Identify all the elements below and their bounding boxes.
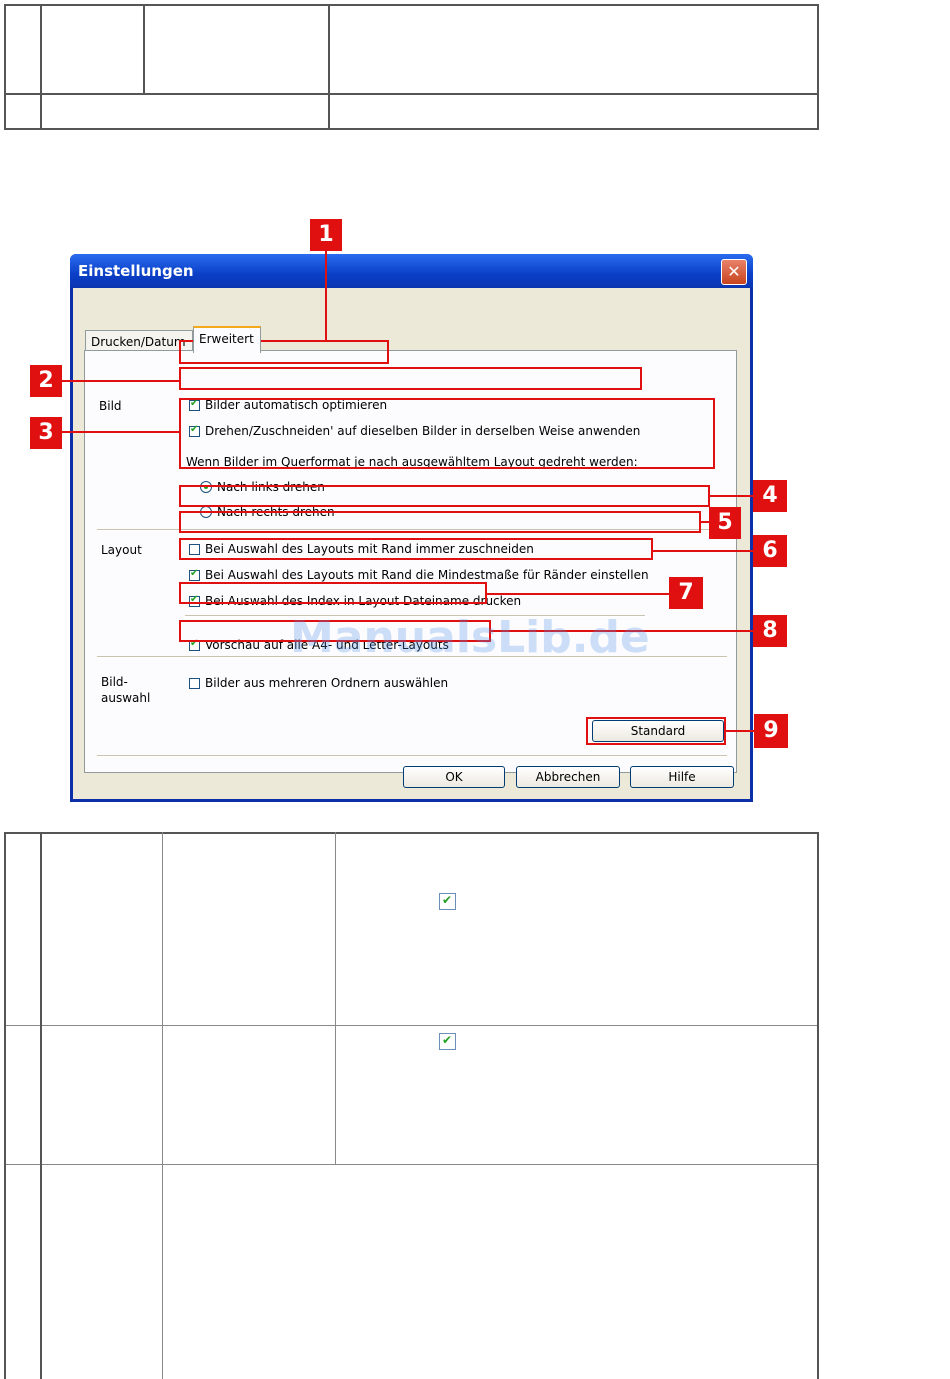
tab-label: Erweitert — [199, 332, 254, 346]
table-border — [4, 93, 819, 95]
table-border — [4, 4, 819, 6]
table-border — [335, 832, 336, 1165]
callout-8: 8 — [753, 615, 787, 647]
table-border — [4, 1025, 819, 1026]
button-label: OK — [445, 770, 463, 784]
multi-select-checkbox[interactable] — [189, 678, 200, 689]
divider — [97, 755, 727, 757]
callout-3: 3 — [30, 417, 62, 449]
checked-checkbox-icon — [439, 1033, 456, 1050]
callout-line — [701, 521, 709, 523]
table-border — [162, 832, 163, 1379]
callout-line — [726, 730, 754, 732]
callout-line — [62, 380, 180, 382]
button-label: Abbrechen — [535, 770, 601, 784]
callout-7: 7 — [669, 577, 703, 609]
tab-label: Drucken/Datum — [91, 335, 186, 349]
callout-box-3 — [179, 398, 715, 469]
table-border — [328, 4, 330, 130]
table-border — [817, 832, 819, 1379]
callout-6: 6 — [753, 535, 787, 567]
table-border — [4, 832, 6, 1379]
ok-button[interactable]: OK — [403, 766, 505, 788]
section-label-bild: Bild — [99, 399, 122, 413]
callout-line — [62, 431, 179, 433]
callout-box-2 — [179, 367, 642, 390]
section-label-bildauswahl-1: Bild- — [101, 675, 128, 689]
checked-checkbox-icon — [439, 893, 456, 910]
cancel-button[interactable]: Abbrechen — [516, 766, 620, 788]
callout-1: 1 — [310, 219, 342, 251]
callout-box-6 — [179, 538, 653, 560]
dialog-title: Einstellungen — [78, 262, 194, 280]
section-label-layout: Layout — [101, 543, 142, 557]
help-button[interactable]: Hilfe — [630, 766, 734, 788]
table-border — [817, 4, 819, 130]
callout-box-7 — [179, 582, 487, 604]
callout-line — [710, 495, 753, 497]
table-border — [4, 4, 6, 130]
table-border — [4, 128, 819, 130]
tab-erweitert[interactable]: Erweitert — [193, 326, 261, 353]
table-border — [40, 832, 42, 1379]
callout-line — [653, 550, 753, 552]
table-border — [4, 832, 819, 834]
callout-line — [487, 593, 669, 595]
min-margins-checkbox[interactable] — [189, 568, 200, 581]
title-bar[interactable]: Einstellungen ✕ — [70, 254, 753, 288]
min-margins-label: Bei Auswahl des Layouts mit Rand die Min… — [205, 568, 649, 582]
section-label-bildauswahl-2: auswahl — [101, 691, 151, 705]
watermark: ManualsLib.de — [290, 612, 650, 663]
multi-select-label: Bilder aus mehreren Ordnern auswählen — [205, 676, 449, 690]
button-label: Hilfe — [668, 770, 696, 784]
callout-9: 9 — [754, 714, 788, 748]
table-border — [40, 4, 42, 130]
close-button[interactable]: ✕ — [721, 259, 747, 285]
callout-5: 5 — [709, 507, 741, 539]
callout-2: 2 — [30, 365, 62, 397]
tab-drucken-datum[interactable]: Drucken/Datum — [85, 330, 193, 352]
table-border — [143, 4, 145, 93]
callout-4: 4 — [753, 480, 787, 512]
callout-box-5 — [179, 511, 701, 533]
close-icon: ✕ — [727, 262, 741, 281]
callout-box-4 — [179, 485, 710, 507]
callout-line — [325, 251, 327, 341]
table-border — [4, 1164, 819, 1165]
callout-box-9 — [586, 717, 726, 745]
